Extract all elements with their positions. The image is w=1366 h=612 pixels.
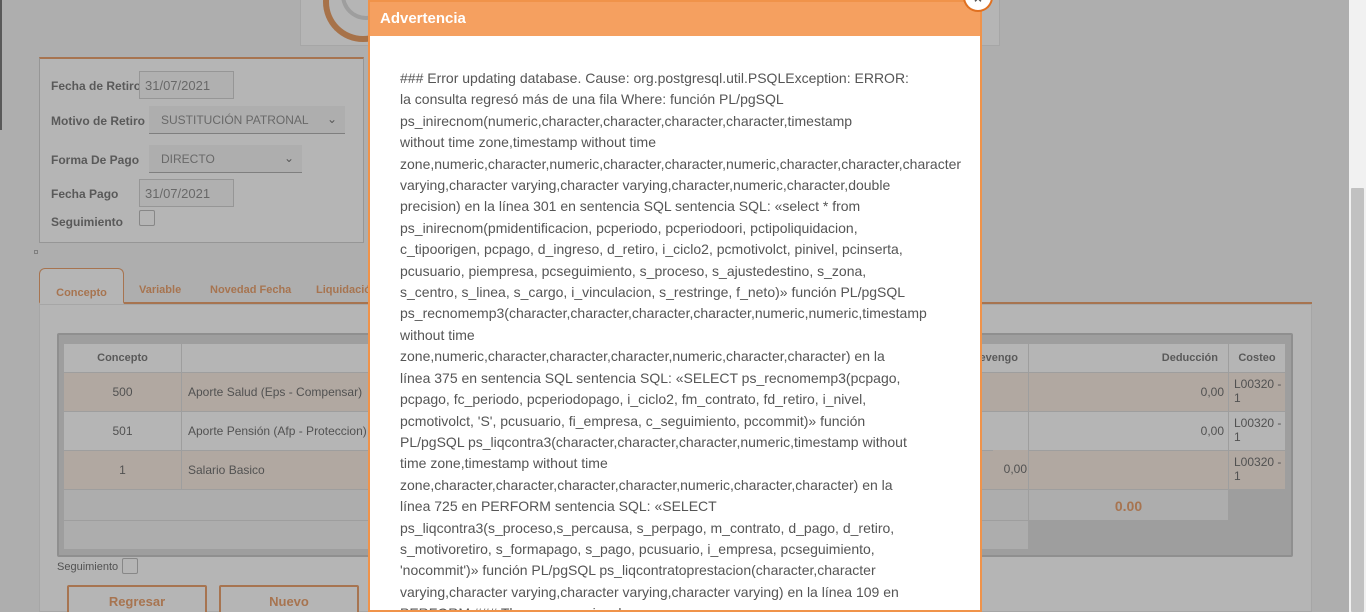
table-row-codigo: 1 (63, 450, 182, 490)
table-row-deduccion: 0,00 (1028, 372, 1229, 412)
fecha-pago-label: Fecha Pago (51, 187, 119, 201)
forma-pago-value: DIRECTO (161, 152, 215, 166)
tab-variable[interactable]: Variable (139, 284, 181, 296)
motivo-retiro-value: SUSTITUCIÓN PATRONAL (161, 113, 309, 127)
retiro-form-panel: Fecha de Retiro 31/07/2021 Motivo de Ret… (39, 57, 364, 243)
seguimiento-label: Seguimiento (51, 215, 124, 229)
col-header-deduccion: Deducción (1028, 343, 1229, 373)
chevron-down-icon: ⌄ (283, 151, 294, 165)
fecha-pago-input[interactable]: 31/07/2021 (139, 179, 234, 207)
forma-pago-select[interactable]: DIRECTO ⌄ (149, 145, 302, 173)
motivo-retiro-select[interactable]: SUSTITUCIÓN PATRONAL ⌄ (149, 106, 345, 134)
col-header-concepto: Concepto (63, 343, 182, 373)
chevron-down-icon: ⌄ (326, 112, 337, 126)
tab-novedad-fecha[interactable]: Novedad Fecha (210, 284, 291, 296)
table-row-costeo: L00320 - 1 (1228, 372, 1286, 412)
nuevo-button[interactable]: Nuevo (219, 585, 359, 612)
table-row-costeo: L00320 - 1 (1228, 411, 1286, 451)
left-edge-strip (0, 0, 2, 130)
table-row-deduccion: 0,00 (1028, 411, 1229, 451)
scrollbar-thumb[interactable] (1351, 188, 1364, 612)
table-row-devengo: 0,00 (993, 450, 1029, 490)
table-row-codigo: 500 (63, 372, 182, 412)
table-row-costeo: L00320 - 1 (1228, 450, 1286, 490)
fecha-retiro-input[interactable]: 31/07/2021 (139, 71, 234, 99)
small-marker (34, 250, 38, 254)
tab-concepto[interactable]: Concepto (39, 268, 124, 304)
motivo-retiro-label: Motivo de Retiro (51, 114, 146, 128)
seguimiento-checkbox[interactable] (139, 210, 155, 226)
table-row-codigo: 501 (63, 411, 182, 451)
bottom-seguimiento-checkbox[interactable] (122, 558, 138, 574)
regresar-button[interactable]: Regresar (67, 585, 207, 612)
bottom-seguimiento-label: Seguimiento (57, 561, 119, 573)
table-row-deduccion (1028, 450, 1229, 490)
dialog-title: Advertencia (370, 2, 980, 36)
forma-pago-label: Forma De Pago (51, 153, 140, 167)
page-scrollbar[interactable] (1349, 0, 1366, 612)
warning-dialog: Advertencia ### Error updating database.… (368, 0, 982, 612)
fecha-retiro-label: Fecha de Retiro (51, 79, 142, 93)
col-header-costeo: Costeo (1228, 343, 1286, 373)
error-message: ### Error updating database. Cause: org.… (400, 70, 962, 610)
total-deduccion: 0.00 (1028, 489, 1229, 521)
